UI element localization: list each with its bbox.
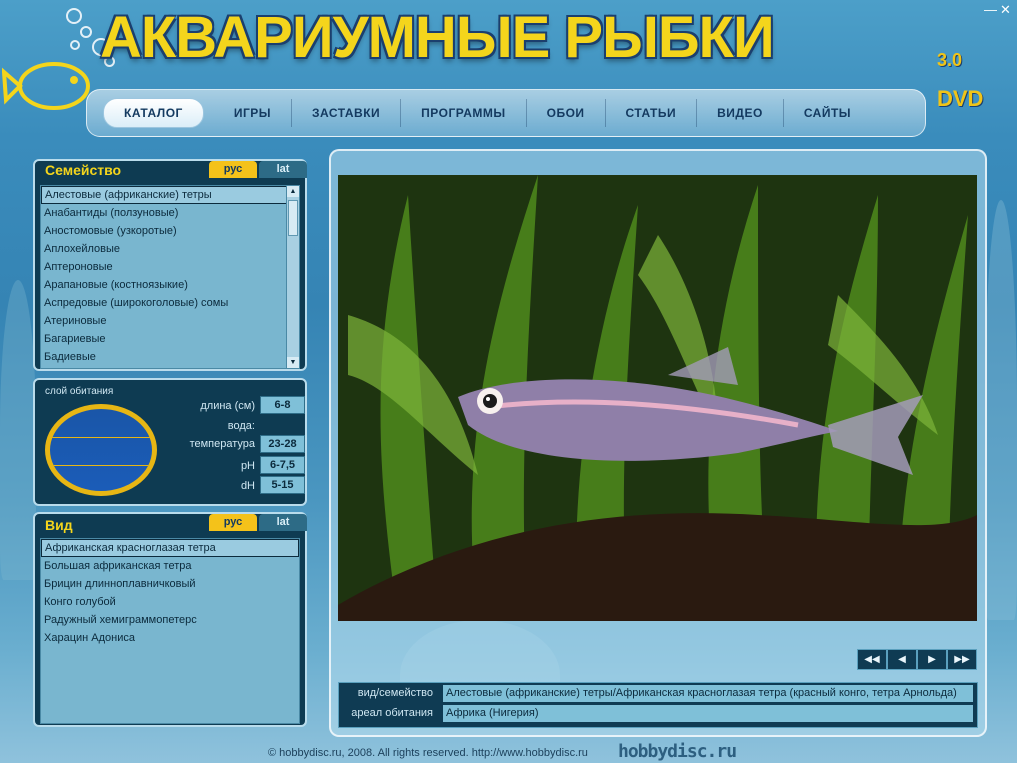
temperature-label: температура xyxy=(189,438,255,450)
species-panel: Вид рус lat Африканская красноглазая тет… xyxy=(33,512,307,727)
list-item[interactable]: Аптероновые xyxy=(41,258,299,276)
family-panel: Семейство рус lat Алестовые (африканские… xyxy=(33,159,307,371)
list-item[interactable]: Харацин Адониса xyxy=(41,629,299,647)
family-scrollbar[interactable]: ▲ ▼ xyxy=(286,186,299,368)
family-title: Семейство xyxy=(45,162,122,178)
list-item[interactable]: Аплохейловые xyxy=(41,240,299,258)
range-label: ареал обитания xyxy=(351,707,433,719)
logo-fish-icon xyxy=(2,62,90,110)
dh-value: 5-15 xyxy=(260,476,305,494)
range-value: Африка (Нигерия) xyxy=(443,705,973,722)
length-value: 6-8 xyxy=(260,396,305,414)
info-box: вид/семейство Алестовые (африканские) те… xyxy=(338,682,978,728)
species-family-value: Алестовые (африканские) тетры/Африканска… xyxy=(443,685,973,702)
list-item[interactable]: Аностомовые (узкоротые) xyxy=(41,222,299,240)
family-tab-rus[interactable]: рус xyxy=(209,161,257,178)
habitat-label: слой обитания xyxy=(45,386,114,397)
species-tab-lat[interactable]: lat xyxy=(259,514,307,531)
fish-photo xyxy=(338,175,977,621)
habitat-panel: слой обитания длина (см) 6-8 вода: темпе… xyxy=(33,378,307,506)
close-icon[interactable]: ✕ xyxy=(1000,2,1011,18)
list-item[interactable]: Атериновые xyxy=(41,312,299,330)
list-item[interactable]: Багариевые xyxy=(41,330,299,348)
minimize-icon[interactable]: — xyxy=(984,2,997,17)
nav-video[interactable]: ВИДЕО xyxy=(697,99,784,127)
main-nav: КАТАЛОГ ИГРЫ ЗАСТАВКИ ПРОГРАММЫ ОБОИ СТА… xyxy=(86,89,926,137)
list-item[interactable]: Конго голубой xyxy=(41,593,299,611)
list-item[interactable]: Алестовые (африканские) тетры xyxy=(41,186,299,204)
scroll-thumb[interactable] xyxy=(288,200,298,236)
nav-programs[interactable]: ПРОГРАММЫ xyxy=(401,99,527,127)
nav-screensavers[interactable]: ЗАСТАВКИ xyxy=(292,99,402,127)
prev-button[interactable]: ◀ xyxy=(887,649,917,670)
nav-wallpapers[interactable]: ОБОИ xyxy=(527,99,606,127)
footer-logo[interactable]: hobbydisc.ru xyxy=(618,741,737,762)
ph-label: pH xyxy=(240,460,255,472)
nav-catalog[interactable]: КАТАЛОГ xyxy=(103,98,204,128)
app-version: 3.0 xyxy=(937,50,963,70)
species-list[interactable]: Африканская красноглазая тетра Большая а… xyxy=(40,538,300,724)
scroll-up-icon[interactable]: ▲ xyxy=(287,186,299,197)
family-tab-lat[interactable]: lat xyxy=(259,161,307,178)
length-label: длина (см) xyxy=(200,400,255,412)
family-list[interactable]: Алестовые (африканские) тетры Анабантиды… xyxy=(40,185,300,369)
list-item[interactable]: Бадиевые xyxy=(41,348,299,366)
list-item[interactable]: Радужный хемиграммопетерс xyxy=(41,611,299,629)
list-item[interactable]: Анабантиды (ползуновые) xyxy=(41,204,299,222)
nav-sites[interactable]: САЙТЫ xyxy=(784,99,871,127)
nav-articles[interactable]: СТАТЬИ xyxy=(606,99,698,127)
last-button[interactable]: ▶▶ xyxy=(947,649,977,670)
list-item[interactable]: Аспредовые (широкоголовые) сомы xyxy=(41,294,299,312)
list-item[interactable]: Большая африканская тетра xyxy=(41,557,299,575)
water-label: вода: xyxy=(227,420,255,432)
ph-value: 6-7,5 xyxy=(260,456,305,474)
temperature-value: 23-28 xyxy=(260,435,305,453)
nav-games[interactable]: ИГРЫ xyxy=(214,99,293,127)
list-item[interactable]: Брицин длинноплавничковый xyxy=(41,575,299,593)
species-tab-rus[interactable]: рус xyxy=(209,514,257,531)
list-item[interactable]: Африканская красноглазая тетра xyxy=(41,539,299,557)
app-edition: DVD xyxy=(937,86,984,111)
first-button[interactable]: ◀◀ xyxy=(857,649,887,670)
species-family-label: вид/семейство xyxy=(357,687,433,699)
app-title: АКВАРИУМНЫЕ РЫБКИ xyxy=(100,5,775,70)
list-item[interactable]: Арапановые (костноязыкие) xyxy=(41,276,299,294)
habitat-bowl xyxy=(45,404,157,496)
footer-copyright: © hobbydisc.ru, 2008. All rights reserve… xyxy=(268,747,588,759)
species-title: Вид xyxy=(45,517,73,533)
next-button[interactable]: ▶ xyxy=(917,649,947,670)
dh-label: dH xyxy=(240,480,255,492)
scroll-down-icon[interactable]: ▼ xyxy=(287,357,299,368)
